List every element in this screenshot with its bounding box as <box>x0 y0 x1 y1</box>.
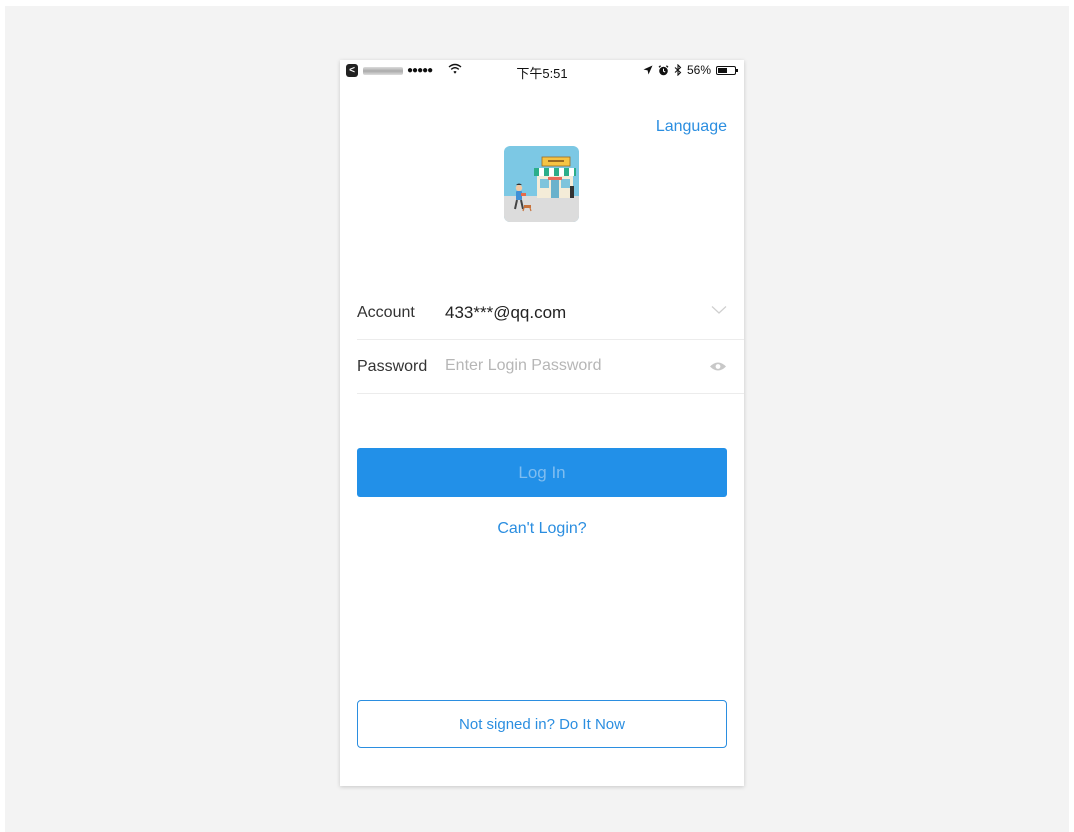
account-row[interactable]: Account 433***@qq.com <box>357 286 744 340</box>
eye-icon[interactable] <box>709 361 727 372</box>
carrier-name <box>363 67 403 75</box>
login-button[interactable]: Log In <box>357 448 727 497</box>
store-logo-icon <box>504 146 579 222</box>
app-logo <box>504 146 579 222</box>
alarm-icon <box>658 64 669 75</box>
battery-percent: 56% <box>686 63 711 77</box>
back-to-app-icon[interactable]: < <box>346 64 358 77</box>
password-input[interactable] <box>445 354 695 378</box>
password-row: Password <box>357 340 744 394</box>
battery-icon <box>716 65 738 75</box>
status-bar: < ●●●●● 下午5:51 56% <box>340 60 744 82</box>
signal-strength-icon: ●●●●● <box>407 65 433 76</box>
signup-button[interactable]: Not signed in? Do It Now <box>357 700 727 748</box>
cant-login-link[interactable]: Can't Login? <box>340 520 744 538</box>
account-label: Account <box>357 304 415 321</box>
bluetooth-icon <box>674 64 682 76</box>
language-link[interactable]: Language <box>656 118 727 136</box>
phone-screen: < ●●●●● 下午5:51 56% Language Account 433*… <box>340 60 744 786</box>
account-field[interactable]: 433***@qq.com <box>445 303 566 323</box>
status-indicators: 56% <box>643 63 738 77</box>
wifi-icon <box>448 63 462 74</box>
status-time: 下午5:51 <box>516 66 568 81</box>
password-label: Password <box>357 358 428 375</box>
chevron-down-icon[interactable] <box>711 305 727 315</box>
location-arrow-icon <box>643 65 653 75</box>
